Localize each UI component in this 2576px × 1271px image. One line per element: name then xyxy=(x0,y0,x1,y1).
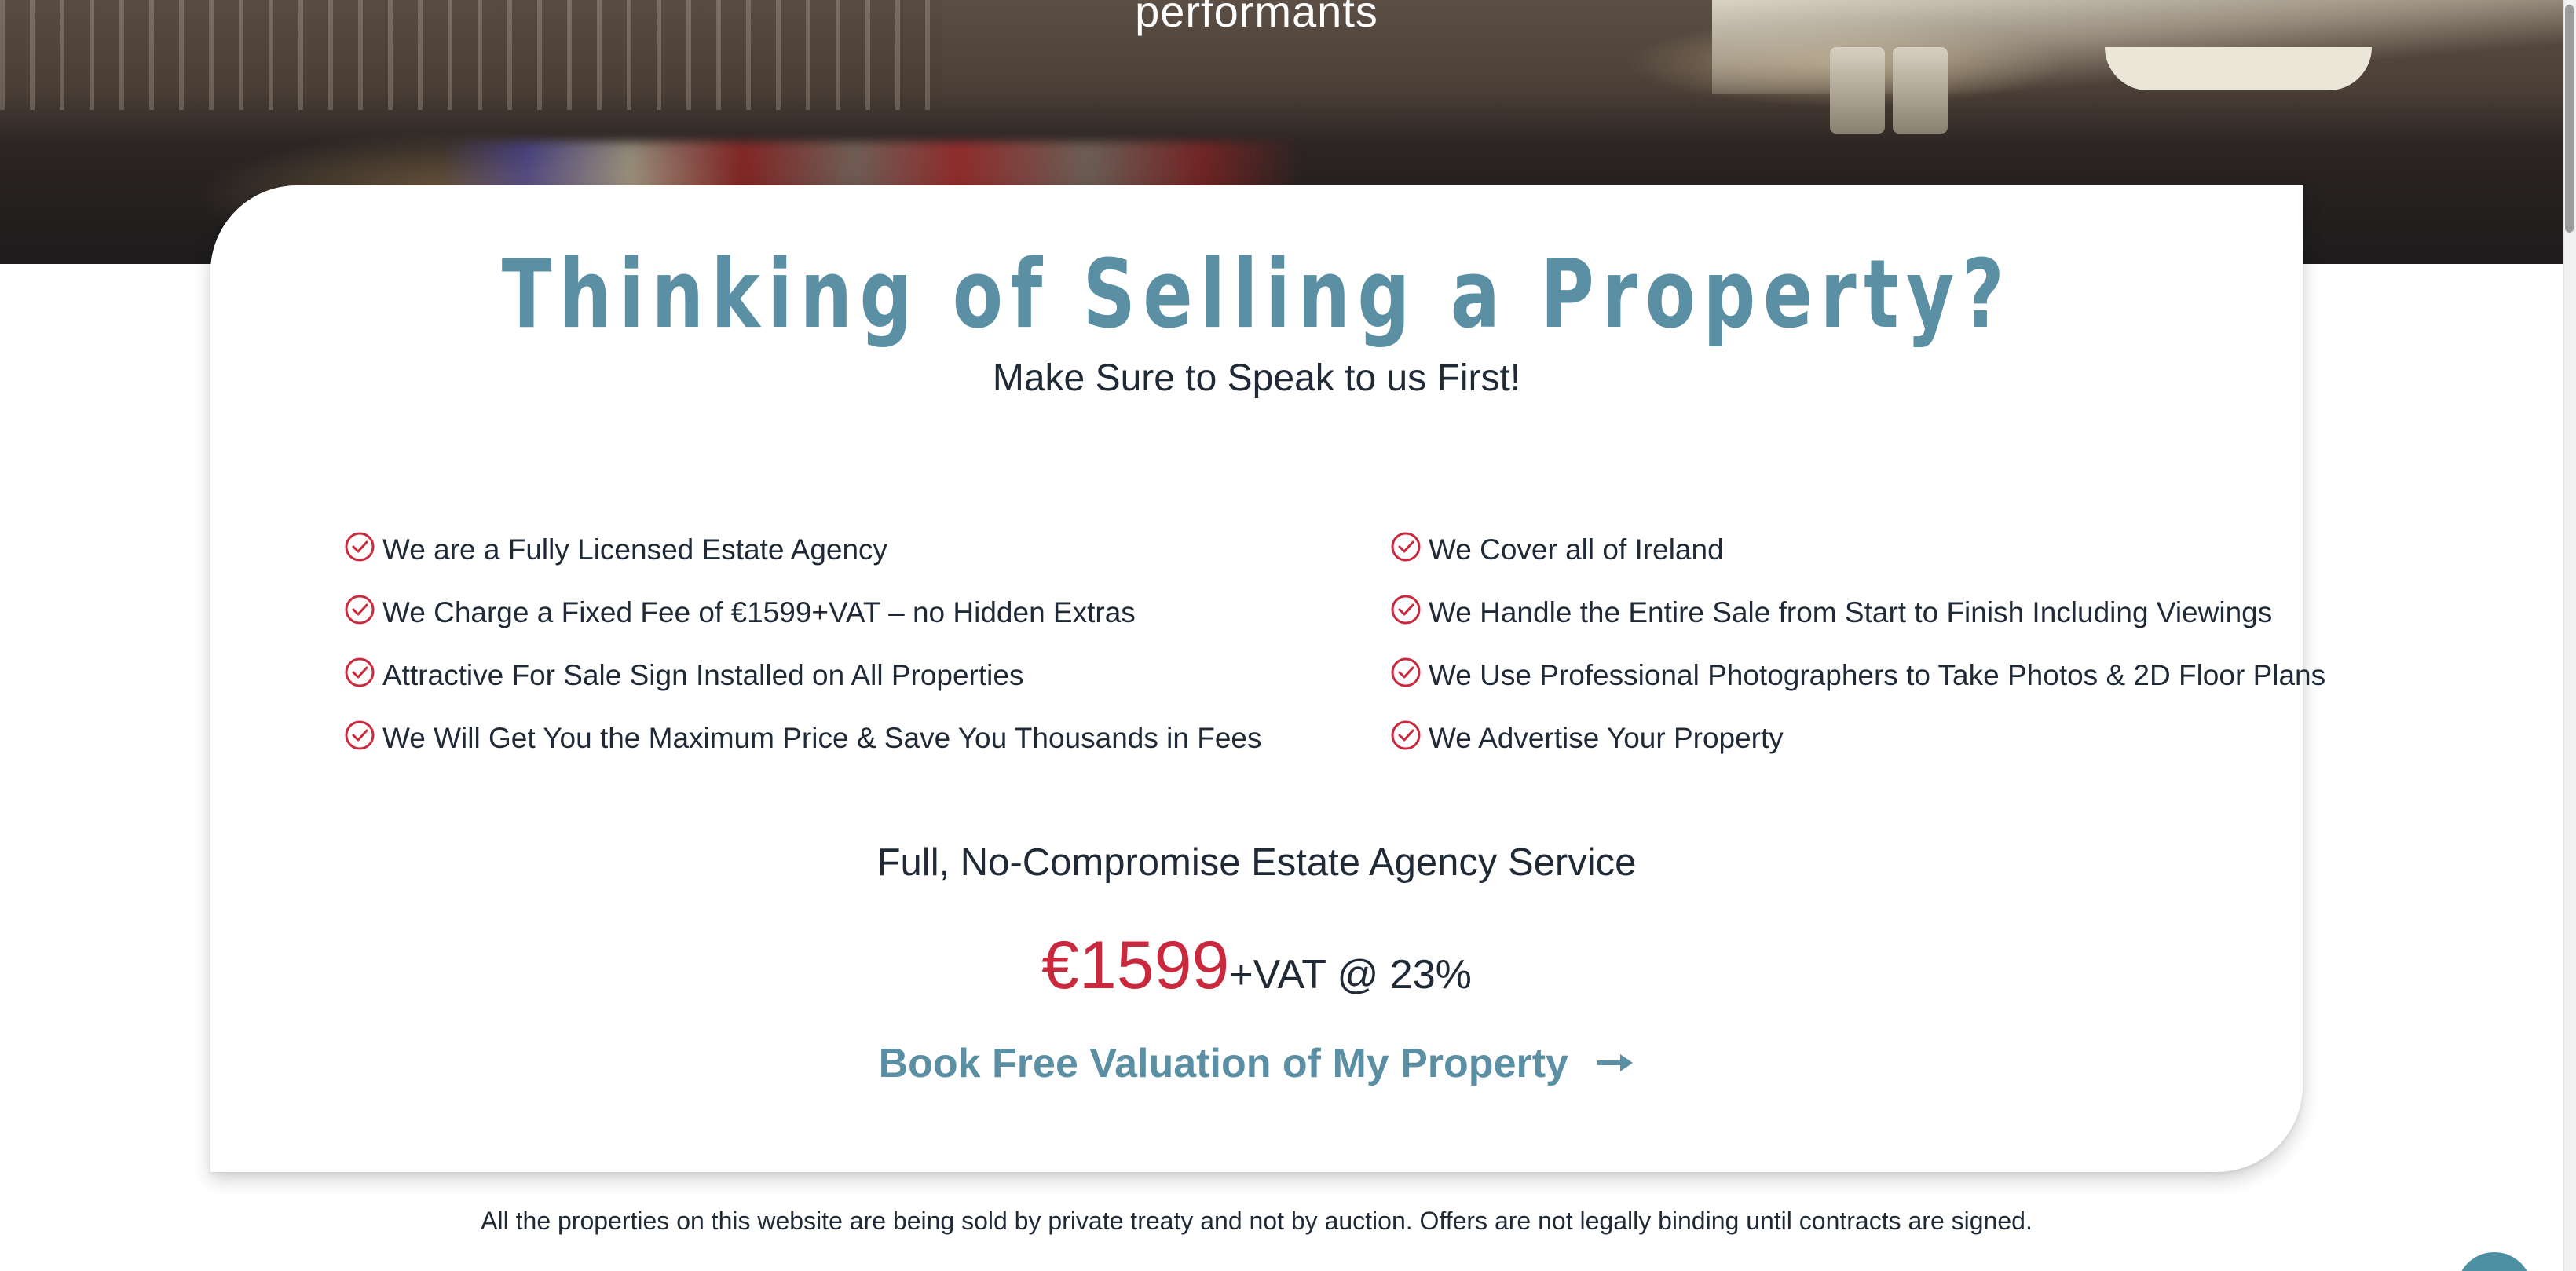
check-circle-icon xyxy=(1391,657,1421,687)
feature-item: We Use Professional Photographers to Tak… xyxy=(1390,644,2325,707)
book-valuation-label[interactable]: Book Free Valuation of My Property xyxy=(879,1041,1568,1086)
selling-info-card: Thinking of Selling a Property? Make Sur… xyxy=(210,185,2325,1172)
feature-item: We Charge a Fixed Fee of €1599+VAT – no … xyxy=(344,581,1262,644)
feature-item: We Advertise Your Property xyxy=(1390,707,2325,770)
feature-text: We Handle the Entire Sale from Start to … xyxy=(1429,596,2273,628)
hero-bridge-pier xyxy=(1830,47,1885,134)
features-left-column: We are a Fully Licensed Estate Agency We… xyxy=(344,518,1262,770)
price-vat-note: +VAT @ 23% xyxy=(1229,952,1472,998)
hero-bridge-pier xyxy=(1893,47,1948,134)
feature-text: We Use Professional Photographers to Tak… xyxy=(1429,659,2326,691)
features-right-column: We Cover all of Ireland We Handle the En… xyxy=(1390,518,2325,770)
feature-item: We Will Get You the Maximum Price & Save… xyxy=(344,707,1262,770)
card-subtitle: Make Sure to Speak to us First! xyxy=(992,357,1521,399)
footer-disclaimer: All the properties on this website are b… xyxy=(481,1207,2033,1235)
feature-text: Attractive For Sale Sign Installed on Al… xyxy=(382,659,1024,691)
feature-text: We Will Get You the Maximum Price & Save… xyxy=(382,722,1262,754)
feature-text: We Advertise Your Property xyxy=(1429,722,1784,754)
check-circle-icon xyxy=(1391,532,1421,562)
service-title: Full, No-Compromise Estate Agency Servic… xyxy=(876,841,1637,884)
card-title: Thinking of Selling a Property? xyxy=(501,240,2012,350)
arrow-right-icon[interactable] xyxy=(1597,1052,1634,1074)
chat-widget-button[interactable] xyxy=(2457,1252,2532,1271)
check-circle-icon xyxy=(1391,720,1421,750)
hero-title: performants xyxy=(1135,0,1378,36)
price-line: €1599+VAT @ 23% xyxy=(210,932,2303,999)
check-circle-icon xyxy=(345,532,375,562)
price-amount: €1599 xyxy=(1041,928,1230,1003)
feature-item: We are a Fully Licensed Estate Agency xyxy=(344,518,1262,581)
feature-item: Attractive For Sale Sign Installed on Al… xyxy=(344,644,1262,707)
check-circle-icon xyxy=(345,595,375,625)
feature-item: We Cover all of Ireland xyxy=(1390,518,2325,581)
feature-text: We are a Fully Licensed Estate Agency xyxy=(382,533,888,566)
check-circle-icon xyxy=(345,657,375,687)
hero-boat-hull xyxy=(2105,47,2372,90)
feature-item: We Handle the Entire Sale from Start to … xyxy=(1390,581,2325,644)
check-circle-icon xyxy=(345,720,375,750)
page-scrollbar-thumb[interactable] xyxy=(2565,5,2574,233)
feature-text: We Charge a Fixed Fee of €1599+VAT – no … xyxy=(382,596,1136,628)
check-circle-icon xyxy=(1391,595,1421,625)
book-valuation-link[interactable]: Book Free Valuation of My Property xyxy=(210,1043,2303,1084)
feature-text: We Cover all of Ireland xyxy=(1429,533,1724,566)
